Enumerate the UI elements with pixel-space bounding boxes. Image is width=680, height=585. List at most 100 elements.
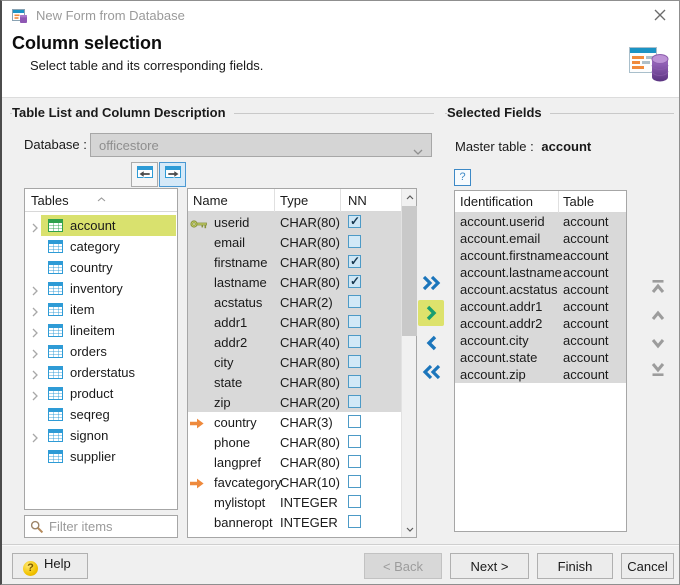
nn-checkbox[interactable] xyxy=(348,315,361,328)
column-row-banneropt[interactable]: banneropt INTEGER xyxy=(188,512,401,532)
column-row-country[interactable]: country CHAR(3) xyxy=(188,412,401,432)
tables-tree-item-account[interactable]: account xyxy=(25,215,177,236)
column-row-firstname[interactable]: firstname CHAR(80) xyxy=(188,252,401,272)
nn-checkbox[interactable] xyxy=(348,435,361,448)
tables-tree-item-orders[interactable]: orders xyxy=(25,341,177,362)
selected-fields-header[interactable]: Identification Table xyxy=(455,191,626,213)
columns-scrollbar[interactable] xyxy=(401,189,417,537)
column-type: INTEGER xyxy=(280,495,338,510)
move-left-button[interactable] xyxy=(418,330,444,356)
scroll-down-icon[interactable] xyxy=(402,521,417,537)
move-all-right-icon xyxy=(422,275,440,291)
columns-table-header[interactable]: Name Type NN xyxy=(188,189,401,212)
selected-field-row[interactable]: account.acstatus account xyxy=(455,281,626,298)
field-help-button[interactable]: ? xyxy=(454,169,471,186)
column-row-state[interactable]: state CHAR(80) xyxy=(188,372,401,392)
column-row-addr1[interactable]: addr1 CHAR(80) xyxy=(188,312,401,332)
column-row-lastname[interactable]: lastname CHAR(80) xyxy=(188,272,401,292)
nn-checkbox[interactable] xyxy=(348,395,361,408)
tables-tree-item-supplier[interactable]: supplier xyxy=(25,446,177,467)
move-up-button[interactable] xyxy=(646,303,670,327)
finish-button[interactable]: Finish xyxy=(537,553,613,579)
foreign-key-icon xyxy=(190,417,204,432)
move-all-right-button[interactable] xyxy=(418,270,444,296)
column-row-langpref[interactable]: langpref CHAR(80) xyxy=(188,452,401,472)
column-row-mylistopt[interactable]: mylistopt INTEGER xyxy=(188,492,401,512)
nn-checkbox[interactable] xyxy=(348,515,361,528)
nn-checkbox[interactable] xyxy=(348,214,361,228)
chevron-right-icon[interactable] xyxy=(32,284,38,299)
tables-tree-item-item[interactable]: item xyxy=(25,299,177,320)
tables-tree-item-orderstatus[interactable]: orderstatus xyxy=(25,362,177,383)
column-row-phone[interactable]: phone CHAR(80) xyxy=(188,432,401,452)
nn-checkbox[interactable] xyxy=(348,274,361,288)
tables-tree-item-signon[interactable]: signon xyxy=(25,425,177,446)
tables-tree-item-country[interactable]: country xyxy=(25,257,177,278)
column-name: favcategory xyxy=(214,475,282,490)
move-to-bottom-button[interactable] xyxy=(646,357,670,381)
tables-tree-item-seqreg[interactable]: seqreg xyxy=(25,404,177,425)
back-button: < Back xyxy=(364,553,442,579)
filter-items-input[interactable] xyxy=(47,517,173,536)
column-row-acstatus[interactable]: acstatus CHAR(2) xyxy=(188,292,401,312)
selected-field-row[interactable]: account.email account xyxy=(455,230,626,247)
tables-tree-item-inventory[interactable]: inventory xyxy=(25,278,177,299)
table-name-label: account xyxy=(70,218,116,233)
chevron-right-icon[interactable] xyxy=(32,347,38,362)
scrollbar-thumb[interactable] xyxy=(402,206,417,336)
next-button[interactable]: Next > xyxy=(450,553,529,579)
move-right-button[interactable] xyxy=(418,300,444,326)
selected-field-row[interactable]: account.city account xyxy=(455,332,626,349)
nn-checkbox[interactable] xyxy=(348,455,361,468)
column-row-addr2[interactable]: addr2 CHAR(40) xyxy=(188,332,401,352)
chevron-right-icon[interactable] xyxy=(32,305,38,320)
left-group-title: Table List and Column Description xyxy=(12,105,234,120)
column-row-city[interactable]: city CHAR(80) xyxy=(188,352,401,372)
column-name: acstatus xyxy=(214,295,263,310)
nn-checkbox[interactable] xyxy=(348,295,361,308)
scroll-up-icon[interactable] xyxy=(402,189,417,205)
column-row-favcategory[interactable]: favcategory CHAR(10) xyxy=(188,472,401,492)
tables-tree-item-category[interactable]: category xyxy=(25,236,177,257)
nn-checkbox[interactable] xyxy=(348,355,361,368)
chevron-right-icon[interactable] xyxy=(32,368,38,383)
chevron-right-icon[interactable] xyxy=(32,326,38,341)
move-all-left-button[interactable] xyxy=(418,359,444,385)
nn-checkbox[interactable] xyxy=(348,254,361,268)
selected-field-row[interactable]: account.firstname account xyxy=(455,247,626,264)
column-row-userid[interactable]: userid CHAR(80) xyxy=(188,212,401,232)
selected-field-row[interactable]: account.userid account xyxy=(455,213,626,230)
right-group-title: Selected Fields xyxy=(447,105,550,120)
nn-checkbox[interactable] xyxy=(348,415,361,428)
form-database-icon xyxy=(12,8,28,27)
move-down-button[interactable] xyxy=(646,331,670,355)
column-row-email[interactable]: email CHAR(80) xyxy=(188,232,401,252)
chevron-right-icon[interactable] xyxy=(32,389,38,404)
tables-tree-header[interactable]: Tables xyxy=(25,189,177,212)
show-columns-left-button[interactable] xyxy=(131,162,158,187)
tables-tree-item-product[interactable]: product xyxy=(25,383,177,404)
chevron-right-icon[interactable] xyxy=(32,221,38,236)
nn-checkbox[interactable] xyxy=(348,375,361,388)
close-icon[interactable] xyxy=(651,9,669,27)
show-columns-right-button[interactable] xyxy=(159,162,186,187)
table-name-label: item xyxy=(70,302,95,317)
selected-field-row[interactable]: account.state account xyxy=(455,349,626,366)
chevron-down-icon xyxy=(413,143,423,158)
field-table: account xyxy=(563,265,609,280)
nn-checkbox[interactable] xyxy=(348,335,361,348)
selected-field-row[interactable]: account.lastname account xyxy=(455,264,626,281)
selected-field-row[interactable]: account.addr1 account xyxy=(455,298,626,315)
nn-checkbox[interactable] xyxy=(348,235,361,248)
column-name: mylistopt xyxy=(214,495,266,510)
tables-tree-item-lineitem[interactable]: lineitem xyxy=(25,320,177,341)
move-to-top-button[interactable] xyxy=(646,274,670,298)
selected-field-row[interactable]: account.zip account xyxy=(455,366,626,383)
chevron-right-icon[interactable] xyxy=(32,431,38,446)
selected-field-row[interactable]: account.addr2 account xyxy=(455,315,626,332)
column-row-zip[interactable]: zip CHAR(20) xyxy=(188,392,401,412)
nn-checkbox[interactable] xyxy=(348,495,361,508)
nn-checkbox[interactable] xyxy=(348,475,361,488)
cancel-button[interactable]: Cancel xyxy=(621,553,674,579)
help-button[interactable]: ? Help xyxy=(12,553,88,579)
